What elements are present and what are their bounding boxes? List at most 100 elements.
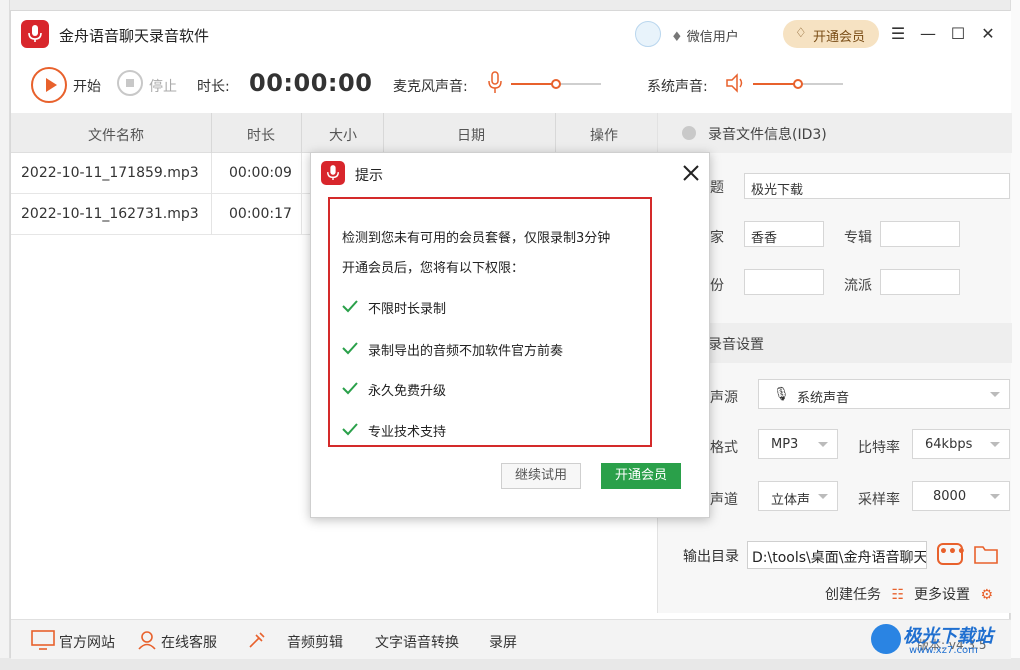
- system-slider-knob[interactable]: [793, 79, 803, 89]
- check-icon: [342, 423, 358, 436]
- output-dir-label: 输出目录: [683, 549, 739, 565]
- year-field[interactable]: [744, 269, 824, 295]
- chevron-down-icon: [990, 392, 1000, 397]
- row-duration: 00:00:09: [229, 165, 292, 181]
- row-duration: 00:00:17: [229, 206, 292, 222]
- support-agent-icon: [138, 631, 156, 650]
- output-dir-field[interactable]: D:\tools\桌面\金舟语音聊天: [747, 541, 927, 569]
- folder-icon[interactable]: [973, 543, 999, 565]
- tts-link[interactable]: 文字语音转换: [375, 632, 459, 652]
- bitrate-select[interactable]: 64kbps: [912, 429, 1010, 459]
- duration-label: 时长:: [197, 79, 230, 95]
- column-date[interactable]: 日期: [391, 125, 551, 145]
- stop-label[interactable]: 停止: [149, 76, 177, 96]
- year-label: 份: [710, 278, 724, 294]
- title-field[interactable]: 极光下载: [744, 173, 1010, 199]
- mic-volume-slider[interactable]: [511, 79, 601, 89]
- format-label: 格式: [710, 440, 738, 456]
- file-table-header: 文件名称 时长 大小 日期 操作: [11, 113, 657, 153]
- browse-button[interactable]: •••: [937, 543, 966, 565]
- close-button[interactable]: ✕: [975, 21, 1001, 47]
- watermark-globe-icon: [871, 624, 901, 654]
- maximize-button[interactable]: ☐: [945, 21, 971, 47]
- chevron-down-icon: [818, 494, 828, 499]
- audio-edit-link[interactable]: 音频剪辑: [287, 632, 343, 652]
- benefit-text: 不限时长录制: [368, 302, 447, 317]
- source-value: 系统声音: [797, 391, 850, 406]
- source-mic-icon: 🎙: [773, 387, 790, 402]
- title-bar: 金舟语音聊天录音软件 ♦ 微信用户 ♢ 开通会员 ☰ — ☐ ✕: [11, 11, 1011, 57]
- format-value: MP3: [771, 437, 799, 452]
- app-logo-icon: [21, 20, 49, 48]
- start-label[interactable]: 开始: [73, 76, 101, 96]
- column-duration[interactable]: 时长: [221, 125, 301, 145]
- task-list-icon: ☷: [891, 587, 905, 603]
- membership-dialog: 提示 检测到您未有可用的会员套餐，仅限录制3分钟 开通会员后，您将有以下权限： …: [310, 152, 710, 518]
- check-icon: [342, 382, 358, 395]
- dialog-close-icon[interactable]: [679, 161, 703, 185]
- column-filename[interactable]: 文件名称: [51, 125, 181, 145]
- chevron-down-icon: [990, 494, 1000, 499]
- user-account[interactable]: ♦ 微信用户: [671, 26, 739, 45]
- artist-label: 家: [710, 230, 724, 246]
- menu-button[interactable]: ☰: [885, 21, 911, 47]
- continue-trial-button[interactable]: 继续试用: [501, 463, 581, 489]
- stop-icon: [126, 79, 134, 87]
- chevron-down-icon: [818, 442, 828, 447]
- genre-field[interactable]: [880, 269, 960, 295]
- audio-edit-icon: [249, 632, 265, 648]
- column-size[interactable]: 大小: [303, 125, 383, 145]
- info-icon: [682, 126, 696, 140]
- create-task-button[interactable]: 创建任务 ☷: [825, 584, 904, 604]
- bitrate-value: 64kbps: [925, 437, 973, 452]
- vip-button-label: 开通会员: [813, 30, 866, 45]
- gear-icon: ⚙: [980, 587, 994, 603]
- desktop-background-left: [0, 0, 10, 670]
- watermark-logo: 极光下载站 www.xz7.com: [861, 620, 1011, 660]
- source-select[interactable]: 🎙 系统声音: [758, 379, 1010, 409]
- format-select[interactable]: MP3: [758, 429, 838, 459]
- samplerate-value: 8000: [933, 489, 967, 504]
- create-task-label: 创建任务: [825, 587, 881, 603]
- samplerate-select[interactable]: 8000: [912, 481, 1010, 511]
- desktop-background-top: [0, 0, 1020, 10]
- speaker-icon: [726, 73, 743, 93]
- highlight-box: 检测到您未有可用的会员套餐，仅限录制3分钟 开通会员后，您将有以下权限： 不限时…: [328, 197, 652, 447]
- start-button[interactable]: [31, 67, 67, 103]
- user-avatar[interactable]: [635, 21, 661, 47]
- more-settings-button[interactable]: 更多设置 ⚙: [914, 584, 993, 604]
- minimize-button[interactable]: —: [915, 21, 941, 47]
- check-icon: [342, 342, 358, 355]
- channel-label: 声道: [710, 492, 738, 508]
- check-icon: [342, 300, 358, 313]
- screen-record-link[interactable]: 录屏: [489, 632, 517, 652]
- artist-field[interactable]: 香香: [744, 221, 824, 247]
- vip-button[interactable]: ♢ 开通会员: [783, 20, 879, 48]
- channel-select[interactable]: 立体声: [758, 481, 838, 511]
- online-service-link[interactable]: 在线客服: [161, 632, 217, 652]
- open-membership-button[interactable]: 开通会员: [601, 463, 681, 489]
- row-filename: 2022-10-11_171859.mp3: [21, 165, 199, 181]
- system-volume-slider[interactable]: [753, 79, 843, 89]
- watermark-url: www.xz7.com: [909, 645, 978, 656]
- monitor-icon: [31, 630, 55, 650]
- dialog-message-line1: 检测到您未有可用的会员套餐，仅限录制3分钟: [342, 231, 611, 246]
- album-field[interactable]: [880, 221, 960, 247]
- dialog-logo-icon: [321, 161, 345, 185]
- genre-label: 流派: [844, 278, 872, 294]
- bitrate-label: 比特率: [858, 440, 900, 456]
- benefit-text: 永久免费升级: [368, 384, 447, 399]
- samplerate-label: 采样率: [858, 492, 900, 508]
- id3-section-title: 录音文件信息(ID3): [708, 127, 827, 143]
- album-label: 专辑: [844, 230, 872, 246]
- mic-slider-fill: [511, 83, 556, 85]
- app-title: 金舟语音聊天录音软件: [59, 27, 210, 45]
- mic-slider-knob[interactable]: [551, 79, 561, 89]
- record-settings-header: 录音设置: [658, 323, 1012, 363]
- stop-button[interactable]: [117, 70, 143, 96]
- bottom-bar: 官方网站 在线客服 音频剪辑 文字语音转换 录屏 版本: v4.3.5 极光下载…: [11, 619, 1011, 659]
- mic-volume-label: 麦克风声音:: [393, 79, 468, 95]
- website-link[interactable]: 官方网站: [59, 632, 115, 652]
- row-filename: 2022-10-11_162731.mp3: [21, 206, 199, 222]
- more-settings-label: 更多设置: [914, 587, 970, 603]
